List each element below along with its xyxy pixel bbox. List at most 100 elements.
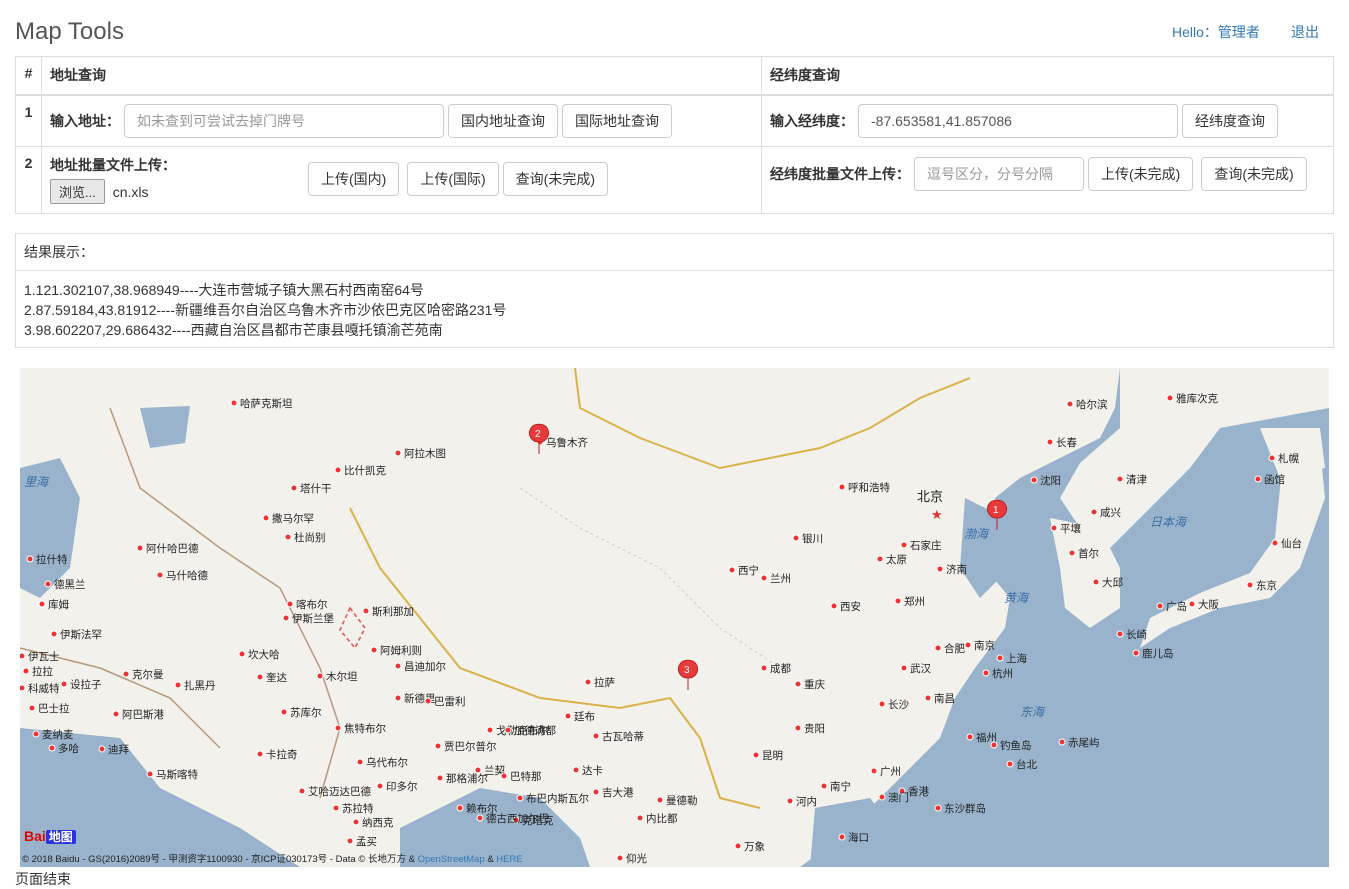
latlng-query-button[interactable]: 经纬度查询 bbox=[1182, 103, 1278, 138]
openstreetmap-link[interactable]: OpenStreetMap bbox=[418, 854, 485, 865]
svg-text:1: 1 bbox=[993, 505, 999, 516]
city-label: 仙台 bbox=[1281, 537, 1302, 550]
browse-button[interactable]: 浏览... bbox=[50, 178, 105, 204]
city-dot bbox=[1066, 400, 1074, 408]
city-dot bbox=[1092, 578, 1100, 586]
upload-international-button[interactable]: 上传(国际) bbox=[407, 162, 499, 196]
city-label: 万象 bbox=[744, 841, 765, 853]
city-dot bbox=[752, 751, 760, 759]
city-dot bbox=[434, 742, 442, 750]
city-dot bbox=[934, 644, 942, 652]
column-header-address: 地址查询 bbox=[41, 56, 762, 96]
city-label: 长沙 bbox=[888, 699, 909, 711]
city-label: 拉什特 bbox=[36, 553, 68, 566]
capital-label: 北京 bbox=[917, 490, 943, 505]
city-dot bbox=[284, 533, 292, 541]
baidu-logo: Bai 地图 bbox=[24, 828, 76, 845]
results-body: 1.121.302107,38.968949----大连市营城子镇大黑石村西南窑… bbox=[16, 271, 1333, 349]
city-label: 雅库次克 bbox=[1176, 392, 1218, 405]
domestic-query-button[interactable]: 国内地址查询 bbox=[448, 103, 558, 138]
city-label: 内比都 bbox=[646, 812, 678, 825]
query-unfinished-button[interactable]: 查询(未完成) bbox=[502, 162, 608, 196]
city-label: 兰州 bbox=[770, 572, 791, 585]
here-link[interactable]: HERE bbox=[496, 854, 522, 865]
city-label: 香港 bbox=[908, 786, 929, 798]
city-dot bbox=[936, 565, 944, 573]
city-dot bbox=[112, 710, 120, 718]
result-line: 1.121.302107,38.968949----大连市营城子镇大黑石村西南窑… bbox=[24, 282, 424, 298]
city-label: 哈萨克斯坦 bbox=[240, 397, 293, 410]
city-dot bbox=[20, 652, 26, 660]
city-label: 平壤 bbox=[1060, 522, 1082, 535]
city-label: 拉拉 bbox=[32, 665, 53, 678]
city-label: 伊斯兰堡 bbox=[292, 612, 334, 625]
city-dot bbox=[584, 678, 592, 686]
city-label: 纳西克 bbox=[362, 816, 394, 829]
city-dot bbox=[1090, 508, 1098, 516]
city-dot bbox=[22, 667, 30, 675]
sea-label: 里海 bbox=[24, 475, 50, 489]
city-dot bbox=[564, 712, 572, 720]
latlng-upload-button[interactable]: 上传(未完成) bbox=[1088, 156, 1194, 191]
city-dot bbox=[964, 641, 972, 649]
map-canvas[interactable]: 哈尔滨长春沈阳呼和浩特 乌鲁木齐阿拉木图比什凯克塔什干撒马尔罕杜尚别阿什哈巴德马什… bbox=[20, 368, 1329, 867]
city-label: 拉萨 bbox=[594, 676, 615, 689]
city-label: 清津 bbox=[1126, 473, 1148, 486]
city-dot bbox=[728, 566, 736, 574]
city-label: 那格浦尔 bbox=[446, 772, 488, 785]
city-dot bbox=[996, 654, 1004, 662]
city-label: 巴特那 bbox=[510, 771, 542, 783]
city-dot bbox=[1116, 475, 1124, 483]
logout-link[interactable]: 退出 bbox=[1291, 22, 1319, 42]
city-label: 木尔坦 bbox=[326, 670, 358, 683]
city-label: 阿拉木图 bbox=[404, 447, 446, 460]
city-dot bbox=[982, 669, 990, 677]
city-dot bbox=[1050, 524, 1058, 532]
city-dot bbox=[262, 514, 270, 522]
city-dot bbox=[346, 837, 354, 845]
city-dot bbox=[838, 833, 846, 841]
upload-domestic-button[interactable]: 上传(国内) bbox=[308, 162, 400, 196]
city-dot bbox=[1246, 581, 1254, 589]
city-dot bbox=[370, 646, 378, 654]
city-dot bbox=[876, 555, 884, 563]
city-label: 郑州 bbox=[904, 595, 925, 608]
city-dot bbox=[362, 607, 370, 615]
latlng-batch-input[interactable]: 逗号区分，分号分隔 bbox=[914, 156, 1084, 191]
city-dot bbox=[616, 854, 624, 862]
city-dot bbox=[230, 399, 238, 407]
city-label: 撒马尔罕 bbox=[272, 512, 314, 525]
latlng-input[interactable]: -87.653581,41.857086 bbox=[858, 103, 1178, 138]
city-dot bbox=[334, 466, 342, 474]
city-label: 焦特布尔 bbox=[344, 722, 386, 735]
map-copyright: © 2018 Baidu - GS(2016)2089号 - 甲测资字11009… bbox=[22, 851, 523, 865]
city-label: 哈尔滨 bbox=[1076, 398, 1108, 411]
international-query-button[interactable]: 国际地址查询 bbox=[562, 103, 672, 138]
city-label: 澳门 bbox=[888, 791, 909, 804]
table-row: 2 地址批量文件上传： 浏览... cn.xls 上传(国内) 上传(国际) 查… bbox=[15, 145, 1334, 214]
city-label: 大邱 bbox=[1102, 576, 1124, 589]
city-dot bbox=[394, 694, 402, 702]
city-label: 麦纳麦 bbox=[42, 728, 74, 741]
city-label: 广岛 bbox=[1166, 600, 1187, 613]
city-label: 杭州 bbox=[992, 667, 1013, 680]
city-label: 苏拉特 bbox=[342, 802, 374, 815]
city-dot bbox=[352, 818, 360, 826]
city-dot bbox=[20, 684, 26, 692]
city-dot bbox=[1132, 649, 1140, 657]
address-input[interactable]: 如未查到可尝试去掉门牌号 bbox=[124, 103, 444, 138]
city-label: 巴雷利 bbox=[434, 696, 466, 708]
user-greeting: Hello：管理者 bbox=[1172, 24, 1260, 40]
city-label: 银川 bbox=[802, 532, 823, 545]
city-label: 函馆 bbox=[1264, 473, 1285, 486]
city-dot bbox=[792, 534, 800, 542]
results-heading: 结果展示： bbox=[16, 234, 1333, 271]
city-dot bbox=[1006, 760, 1014, 768]
city-dot bbox=[500, 772, 508, 780]
latlng-batch-query-button[interactable]: 查询(未完成) bbox=[1201, 156, 1307, 191]
city-dot bbox=[990, 741, 998, 749]
city-label: 巴士拉 bbox=[38, 702, 70, 715]
map-view[interactable]: 哈尔滨 长春 沈阳 呼和浩特 乌鲁木齐 阿拉木图 比什凯克 塔什干 撒马尔罕 杜尚别 阿什哈巴德 马什… bbox=[20, 368, 1329, 867]
city-dot bbox=[32, 730, 40, 738]
column-header-latlng: 经纬度查询 bbox=[761, 56, 1334, 96]
